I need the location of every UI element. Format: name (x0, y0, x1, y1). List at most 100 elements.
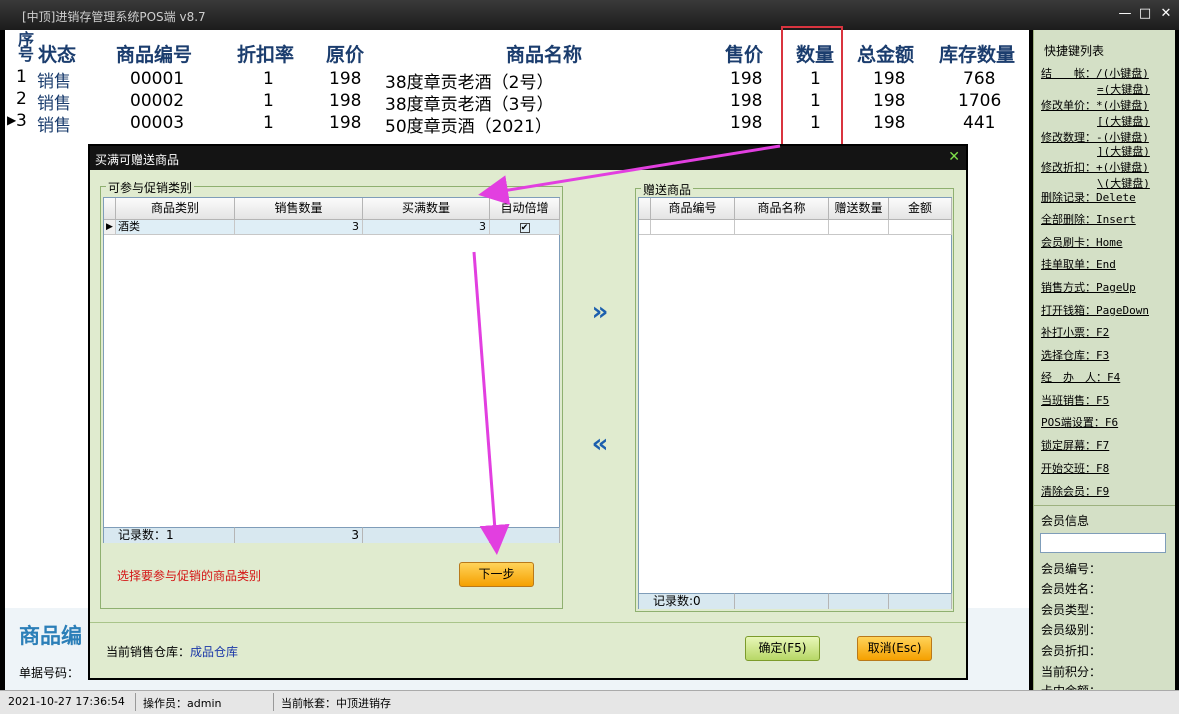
gift-promotion-dialog: 买满可赠送商品 ✕ 可参与促销类别 商品类别 销售数量 买满数量 自动倍增 ▶ … (88, 144, 968, 680)
shortcut-handler[interactable]: 经 办 人：F4 (1041, 369, 1120, 385)
empty-cell[interactable] (889, 220, 952, 235)
col-gift-qty[interactable]: 赠送数量 (829, 198, 889, 220)
confirm-button[interactable]: 确定(F5) (745, 636, 820, 661)
dialog-title: 买满可赠送商品 (95, 153, 180, 167)
col-category[interactable]: 商品类别 (116, 198, 235, 220)
shortcut-checkout-alt[interactable]: =(大键盘) (1097, 81, 1150, 97)
eligible-category-label: 可参与促销类别 (106, 179, 195, 196)
col-product-code[interactable]: 商品编号 (651, 198, 735, 220)
gift-product-group: 赠送商品 商品编号 商品名称 赠送数量 金额 记录数:0 (635, 181, 954, 612)
gift-product-label: 赠送商品 (641, 181, 694, 198)
dialog-divider (90, 622, 966, 623)
member-info-title: 会员信息 (1041, 514, 1090, 528)
col-sales-qty[interactable]: 销售数量 (235, 198, 363, 220)
sales-qty-sum: 3 (235, 527, 363, 543)
shortcut-hold-order[interactable]: 挂单取单：End (1041, 256, 1116, 272)
row-code: 00002 (130, 91, 185, 111)
footer-cell (889, 593, 952, 609)
shortcut-lock-screen[interactable]: 锁定屏幕：F7 (1041, 437, 1109, 453)
column-header-name: 商品名称 (506, 44, 583, 66)
col-auto-multiply[interactable]: 自动倍增 (490, 198, 560, 220)
auto-multiply-checkbox[interactable]: ✔ (519, 223, 530, 233)
row-stock: 1706 (958, 91, 1002, 111)
shortcut-delete-all[interactable]: 全部删除：Insert (1041, 211, 1136, 227)
footer-cell (363, 527, 490, 543)
empty-cell[interactable] (735, 220, 829, 235)
row-seq: 1 (16, 67, 27, 87)
row-discount: 1 (263, 91, 274, 111)
minimize-icon[interactable]: — (1117, 6, 1133, 22)
shortcut-clear-member[interactable]: 清除会员：F9 (1041, 483, 1109, 499)
cell-full-qty[interactable]: 3 (363, 220, 490, 235)
shortcut-select-warehouse[interactable]: 选择仓库：F3 (1041, 347, 1109, 363)
row-code: 00003 (130, 113, 185, 133)
gift-record-count: 记录数:0 (639, 593, 735, 609)
status-bar: 2021-10-27 17:36:54 操作员：admin 当前帐套：中顶进销存 (0, 690, 1179, 714)
shortcut-open-drawer[interactable]: 打开钱箱：PageDown (1041, 302, 1149, 318)
row-stock: 441 (963, 113, 996, 133)
column-header-seq: 序号 (17, 30, 34, 64)
hint-text: 选择要参与促销的商品类别 (117, 569, 262, 583)
empty-cell[interactable] (829, 220, 889, 235)
column-header-price: 售价 (725, 44, 764, 66)
maximize-icon[interactable]: □ (1137, 6, 1153, 22)
row-price: 198 (730, 69, 763, 89)
column-header-code: 商品编号 (116, 44, 193, 66)
column-header-discount: 折扣率 (237, 44, 295, 66)
title-bar: [中顶]进销存管理系统POS端 v8.7 — □ ✕ (0, 0, 1179, 30)
shortcut-checkout[interactable]: 结 帐：/(小键盘) (1041, 65, 1149, 81)
cell-sales-qty[interactable]: 3 (235, 220, 363, 235)
shortcut-edit-price[interactable]: 修改单价：*(小键盘) (1041, 97, 1149, 113)
shortcut-edit-price-alt[interactable]: [(大键盘) (1097, 113, 1150, 129)
move-right-icon[interactable]: » (585, 298, 615, 328)
member-name-label: 会员姓名： (1041, 582, 1102, 596)
move-left-icon[interactable]: « (585, 430, 615, 460)
empty-cell[interactable] (651, 220, 735, 235)
shortcut-member-card[interactable]: 会员刷卡：Home (1041, 234, 1123, 250)
sidebar-divider (1034, 505, 1175, 506)
member-card-input[interactable] (1040, 533, 1166, 553)
window-title: [中顶]进销存管理系统POS端 v8.7 (22, 10, 206, 24)
warehouse-value: 成品仓库 (190, 645, 239, 659)
col-product-name[interactable]: 商品名称 (735, 198, 829, 220)
shortcut-sidebar: 快捷键列表 结 帐：/(小键盘) =(大键盘) 修改单价：*(小键盘) [(大键… (1033, 30, 1175, 690)
cell-category[interactable]: 酒类 (116, 220, 235, 235)
qty-highlight-box (781, 26, 843, 147)
row-status: 销售 (37, 116, 71, 136)
status-account: 当前帐套：中顶进销存 (281, 697, 391, 710)
shortcut-edit-qty-alt[interactable]: ](大键盘) (1097, 143, 1150, 159)
row-orig-price: 198 (329, 113, 362, 133)
next-step-button[interactable]: 下一步 (459, 562, 534, 587)
footer-cell (829, 593, 889, 609)
shortcut-pos-settings[interactable]: POS端设置：F6 (1041, 414, 1118, 430)
status-operator: 操作员：admin (143, 697, 222, 710)
shortcut-delete-record[interactable]: 删除记录：Delete (1041, 189, 1136, 205)
row-price: 198 (730, 113, 763, 133)
category-grid: 商品类别 销售数量 买满数量 自动倍增 ▶ 酒类 3 3 ✔ 记录数：1 3 (103, 197, 560, 543)
shortcut-sale-mode[interactable]: 销售方式：PageUp (1041, 279, 1136, 295)
member-type-label: 会员类型： (1041, 603, 1102, 617)
row-total: 198 (873, 91, 906, 111)
col-full-qty[interactable]: 买满数量 (363, 198, 490, 220)
product-code-label: 商品编 (19, 624, 82, 648)
member-level-label: 会员级别： (1041, 623, 1102, 637)
empty-cell (639, 220, 651, 235)
row-orig-price: 198 (329, 69, 362, 89)
grid-row-header (104, 198, 116, 220)
column-header-total: 总金额 (857, 44, 915, 66)
row-total: 198 (873, 69, 906, 89)
cancel-button[interactable]: 取消(Esc) (857, 636, 932, 661)
member-discount-label: 会员折扣： (1041, 644, 1102, 658)
close-icon[interactable]: ✕ (1158, 6, 1174, 22)
shortcut-reprint[interactable]: 补打小票：F2 (1041, 324, 1109, 340)
row-selector-icon: ▶ (104, 220, 116, 235)
shortcut-edit-discount[interactable]: 修改折扣：+(小键盘) (1041, 159, 1149, 175)
cell-auto-multiply[interactable]: ✔ (490, 220, 560, 235)
footer-cell (735, 593, 829, 609)
shortcut-shift-sales[interactable]: 当班销售：F5 (1041, 392, 1109, 408)
col-amount[interactable]: 金额 (889, 198, 952, 220)
status-datetime: 2021-10-27 17:36:54 (8, 695, 125, 708)
dialog-close-icon[interactable]: ✕ (948, 149, 960, 165)
member-balance-label: 卡内余额： (1041, 682, 1101, 690)
shortcut-handover[interactable]: 开始交班：F8 (1041, 460, 1109, 476)
